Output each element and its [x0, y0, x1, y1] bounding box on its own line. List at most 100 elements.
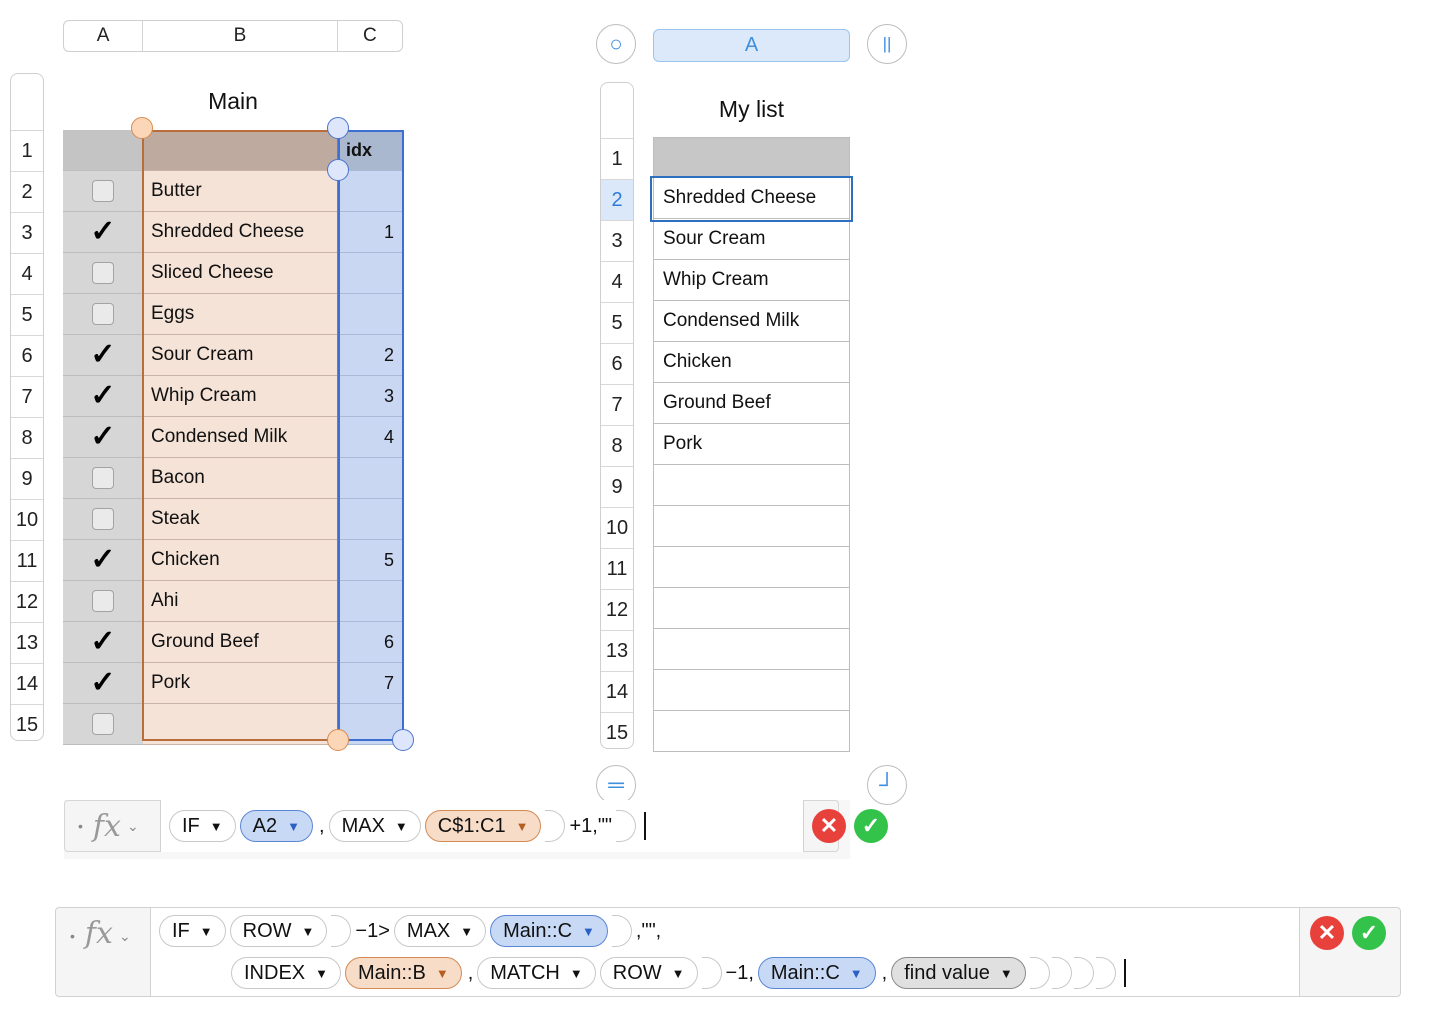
idx-cell[interactable] [338, 294, 403, 335]
token-main-c[interactable]: Main::C ▼ [490, 915, 608, 947]
mylist-cell[interactable]: Pork [653, 424, 850, 465]
token-row[interactable]: ROW ▼ [599, 957, 698, 989]
row-header[interactable]: 1 [11, 130, 43, 171]
token-index[interactable]: INDEX ▼ [231, 957, 341, 989]
column-header-c[interactable]: C [338, 21, 402, 51]
idx-cell[interactable] [338, 458, 403, 499]
row-header[interactable]: 1 [601, 138, 633, 179]
fx-menu[interactable]: • fx ⌄ [56, 908, 131, 996]
blue-range-handle-mid[interactable] [327, 159, 349, 181]
cell[interactable] [63, 130, 143, 171]
accept-formula-button[interactable]: ✓ [854, 809, 888, 843]
idx-cell[interactable]: 2 [338, 335, 403, 376]
row-header[interactable]: 2 [11, 171, 43, 212]
idx-cell[interactable] [338, 499, 403, 540]
mylist-cell[interactable] [653, 670, 850, 711]
checkmark-icon[interactable]: ✓ [90, 545, 115, 575]
checkbox-cell[interactable]: ✓ [63, 376, 143, 417]
checkbox-cell[interactable] [63, 171, 143, 212]
checkbox[interactable] [92, 508, 114, 530]
item-cell[interactable]: Shredded Cheese [143, 212, 338, 253]
fx-menu[interactable]: • fx ⌄ [64, 800, 139, 852]
item-cell[interactable]: Butter [143, 171, 338, 212]
row-header[interactable]: 8 [601, 425, 633, 466]
checkbox[interactable] [92, 713, 114, 735]
idx-cell[interactable]: 3 [338, 376, 403, 417]
mylist-cell[interactable] [653, 506, 850, 547]
row-header[interactable]: 9 [11, 458, 43, 499]
row-header[interactable]: 15 [11, 704, 43, 745]
idx-cell[interactable] [338, 581, 403, 622]
row-header[interactable]: 11 [11, 540, 43, 581]
mylist-cell[interactable] [653, 711, 850, 752]
idx-cell[interactable]: 5 [338, 540, 403, 581]
checkbox-cell[interactable] [63, 581, 143, 622]
row-header[interactable]: 14 [601, 671, 633, 712]
mylist-cell[interactable] [653, 547, 850, 588]
item-cell[interactable]: Sour Cream [143, 335, 338, 376]
mylist-cell[interactable] [653, 629, 850, 670]
checkmark-icon[interactable]: ✓ [90, 668, 115, 698]
checkbox-cell[interactable]: ✓ [63, 335, 143, 376]
row-header[interactable]: 10 [11, 499, 43, 540]
row-header[interactable]: 7 [11, 376, 43, 417]
item-cell[interactable]: Pork [143, 663, 338, 704]
token-match[interactable]: MATCH ▼ [477, 957, 596, 989]
checkbox-cell[interactable] [63, 253, 143, 294]
checkbox[interactable] [92, 467, 114, 489]
row-header[interactable]: 10 [601, 507, 633, 548]
idx-cell[interactable] [338, 253, 403, 294]
row-header[interactable]: 12 [11, 581, 43, 622]
row-header[interactable]: 6 [601, 343, 633, 384]
row-header[interactable]: 2 [601, 179, 633, 220]
item-cell[interactable]: Steak [143, 499, 338, 540]
mylist-cell[interactable] [653, 465, 850, 506]
token-main-b[interactable]: Main::B ▼ [345, 957, 462, 989]
item-cell[interactable]: Eggs [143, 294, 338, 335]
idx-cell[interactable]: 7 [338, 663, 403, 704]
checkbox-cell[interactable]: ✓ [63, 540, 143, 581]
row-header[interactable]: 12 [601, 589, 633, 630]
orange-range-handle-top[interactable] [131, 117, 153, 139]
mylist-header-cell[interactable] [653, 137, 850, 178]
row-header[interactable]: 15 [601, 712, 633, 753]
mylist-cell[interactable]: Chicken [653, 342, 850, 383]
row-header[interactable]: 3 [601, 220, 633, 261]
row-header[interactable]: 8 [11, 417, 43, 458]
token-max[interactable]: MAX ▼ [328, 810, 421, 842]
select-table-icon[interactable]: ○ [596, 24, 636, 64]
row-header[interactable]: 5 [11, 294, 43, 335]
token-max[interactable]: MAX ▼ [393, 915, 487, 947]
token-if[interactable]: IF ▼ [169, 810, 236, 842]
accept-formula-button[interactable]: ✓ [1352, 916, 1386, 950]
token-if[interactable]: IF ▼ [159, 915, 226, 947]
row-header[interactable]: 4 [11, 253, 43, 294]
checkbox[interactable] [92, 262, 114, 284]
cell[interactable] [143, 130, 338, 171]
column-header-b[interactable]: B [143, 21, 338, 51]
resize-table-icon[interactable]: ┘ [867, 765, 907, 805]
mylist-cell[interactable] [653, 588, 850, 629]
cancel-formula-button[interactable]: ✕ [812, 809, 846, 843]
token-find-value[interactable]: find value ▼ [891, 957, 1026, 989]
row-header[interactable]: 9 [601, 466, 633, 507]
idx-cell[interactable]: 4 [338, 417, 403, 458]
mylist-cell[interactable]: Condensed Milk [653, 301, 850, 342]
checkmark-icon[interactable]: ✓ [90, 627, 115, 657]
item-cell[interactable]: Ground Beef [143, 622, 338, 663]
token-main-c[interactable]: Main::C ▼ [757, 957, 876, 989]
row-header[interactable]: 3 [11, 212, 43, 253]
checkmark-icon[interactable]: ✓ [90, 381, 115, 411]
mylist-cell[interactable]: Whip Cream [653, 260, 850, 301]
checkbox-cell[interactable] [63, 704, 143, 745]
formula-text-area[interactable]: IF ▼ ROW ▼ −1> MAX ▼ Main::C ▼ ,"", INDEX ▼ M… [150, 908, 1300, 996]
item-cell[interactable]: Condensed Milk [143, 417, 338, 458]
checkmark-icon[interactable]: ✓ [90, 422, 115, 452]
checkbox[interactable] [92, 180, 114, 202]
row-header[interactable]: 6 [11, 335, 43, 376]
checkbox-cell[interactable]: ✓ [63, 212, 143, 253]
mylist-cell[interactable]: Ground Beef [653, 383, 850, 424]
row-header[interactable]: 5 [601, 302, 633, 343]
item-cell[interactable]: Sliced Cheese [143, 253, 338, 294]
checkbox-cell[interactable]: ✓ [63, 663, 143, 704]
